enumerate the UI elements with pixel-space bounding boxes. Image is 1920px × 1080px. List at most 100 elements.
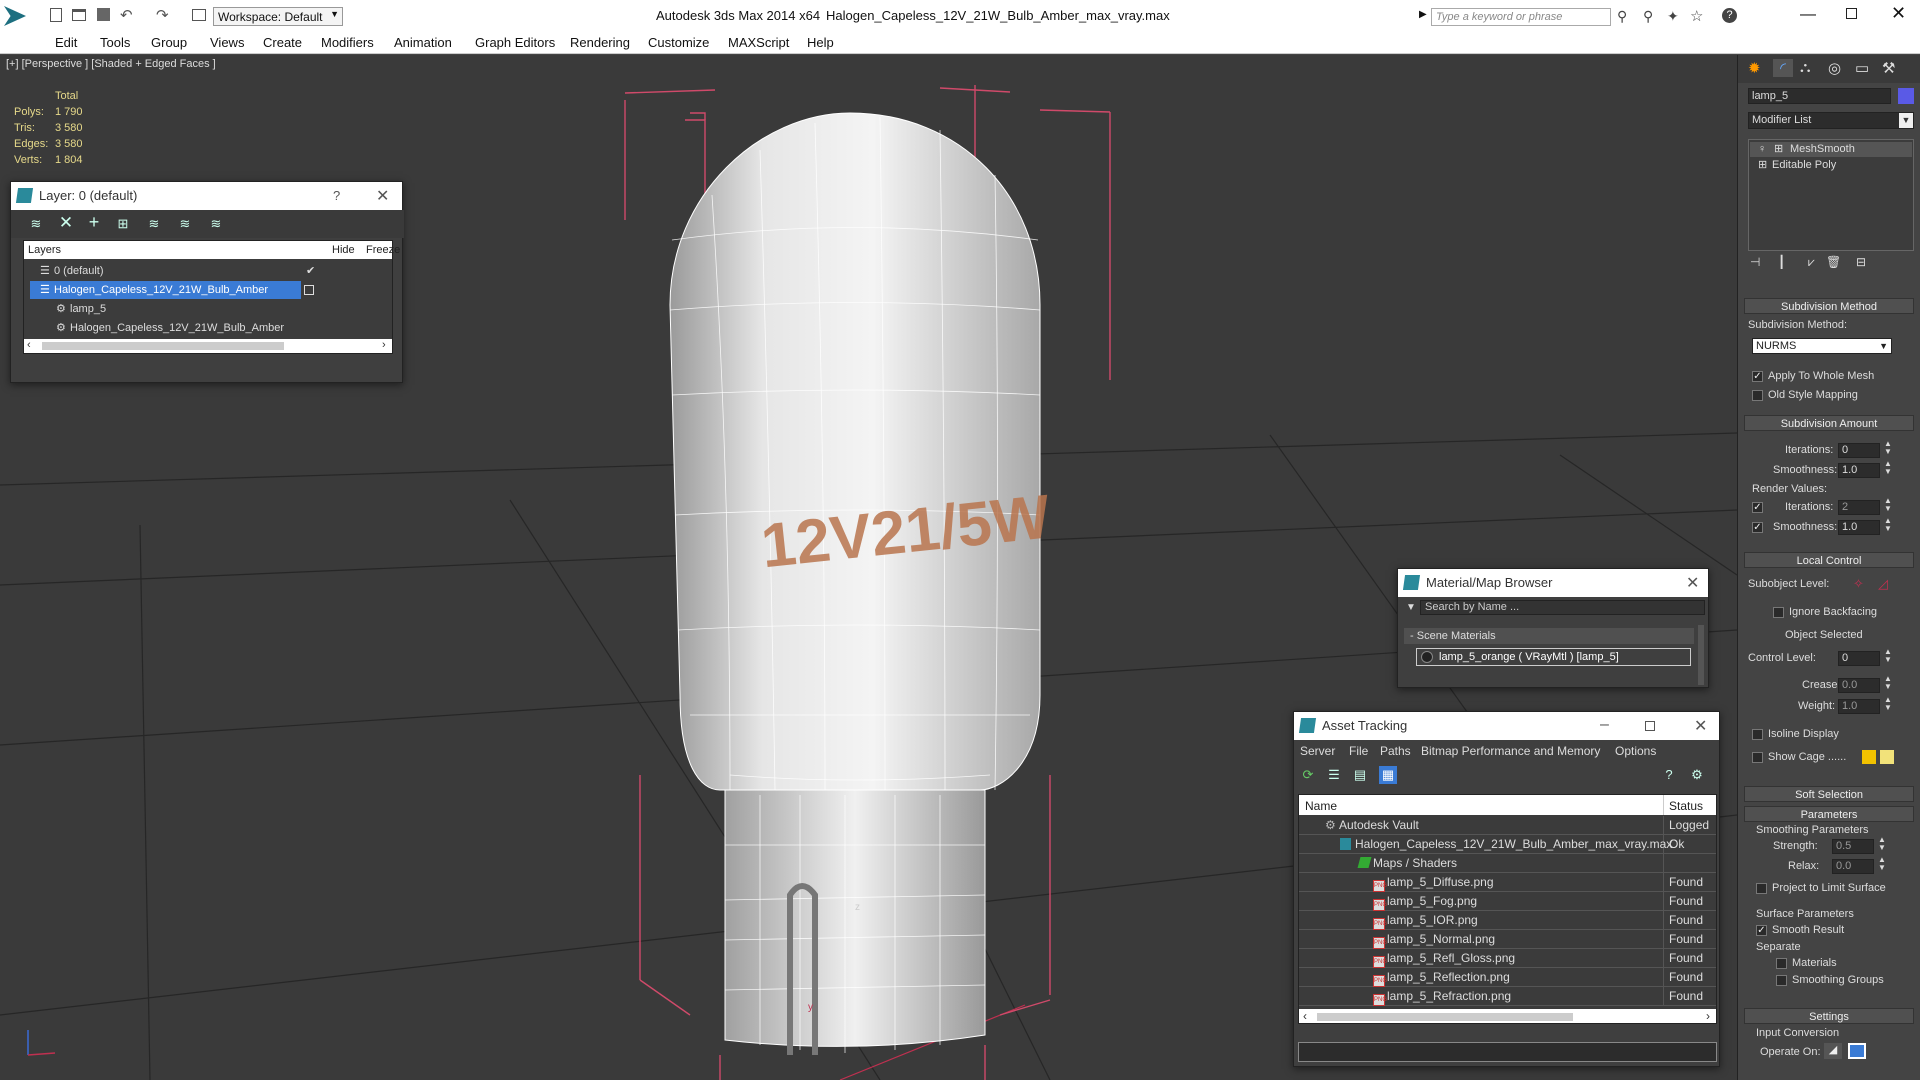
menu-tools[interactable]: Tools [100,35,130,50]
expand-icon[interactable]: ⊞ [1758,158,1767,173]
menu-bitmap-performance[interactable]: Bitmap Performance and Memory [1421,744,1600,758]
spinner-arrows-icon[interactable]: ▲ ▼ [1884,648,1892,664]
lightbulb-icon[interactable]: ♀ [1758,142,1766,157]
refresh-icon[interactable]: ⟳ [1299,766,1317,784]
table-row[interactable]: PNGlamp_5_Reflection.png Found [1299,968,1716,987]
material-browser-titlebar[interactable]: Material/Map Browser ✕ [1398,569,1708,597]
spinner-arrows-icon[interactable]: ▲ ▼ [1884,497,1892,513]
highlight-layer-icon[interactable]: ≋ [145,215,163,233]
menu-group[interactable]: Group [151,35,187,50]
layer-row[interactable]: ☰ 0 (default) ✔ [24,262,392,280]
expand-icon[interactable]: ⊞ [1774,142,1783,157]
show-end-result-icon[interactable]: ┃ [1778,255,1785,269]
spinner-arrows-icon[interactable]: ▲ ▼ [1884,440,1892,456]
isoline-display-checkbox[interactable] [1752,729,1763,740]
table-row[interactable]: Halogen_Capeless_12V_21W_Bulb_Amber_max_… [1299,835,1716,854]
rollout-local-control[interactable]: Local Control [1744,552,1914,568]
asset-path-field[interactable] [1298,1042,1717,1062]
menu-animation[interactable]: Animation [394,35,452,50]
rollout-settings[interactable]: Settings [1744,1008,1914,1024]
spinner-arrows-icon[interactable]: ▲ ▼ [1878,836,1886,852]
close-icon[interactable]: ✕ [1694,716,1707,736]
render-iterations-checkbox[interactable]: ✓ [1752,502,1763,513]
satellite-icon[interactable]: ✦ [1667,8,1679,25]
delete-layer-icon[interactable]: ✕ [57,214,75,232]
options-triangle-icon[interactable]: ▼ [1406,602,1416,613]
iterations-spinner[interactable]: 0 [1838,443,1880,458]
separate-smoothing-groups-checkbox[interactable] [1776,975,1787,986]
menu-views[interactable]: Views [210,35,244,50]
quick-open-icon[interactable] [72,9,86,21]
maximize-icon[interactable] [1645,721,1655,731]
object-name-field[interactable]: lamp_5 [1748,88,1891,104]
create-tab-icon[interactable]: ✹ [1748,59,1761,77]
menu-paths[interactable]: Paths [1380,744,1411,758]
smoothness-spinner[interactable]: 1.0 [1838,463,1880,478]
modify-tab-icon[interactable]: ◜ [1773,59,1793,77]
make-unique-icon[interactable]: ⩗ [1808,255,1815,270]
horizontal-scrollbar[interactable]: ‹ › [24,339,392,353]
project-folder-icon[interactable] [192,9,206,21]
spinner-arrows-icon[interactable]: ▲ ▼ [1884,460,1892,476]
layer-dialog-titlebar[interactable]: Layer: 0 (default) ? ✕ [11,182,402,210]
spinner-arrows-icon[interactable]: ▲ ▼ [1884,696,1892,712]
scene-materials-group[interactable]: - Scene Materials [1404,628,1694,644]
crease-spinner[interactable]: 0.0 [1838,678,1880,693]
col-name[interactable]: Name [1305,799,1337,813]
control-level-spinner[interactable]: 0 [1838,651,1880,666]
search-arrow-icon[interactable]: ▶ [1419,9,1427,20]
table-row[interactable]: PNGlamp_5_Refl_Gloss.png Found [1299,949,1716,968]
operate-on-polygons-icon[interactable] [1848,1043,1866,1059]
close-icon[interactable]: ✕ [1686,573,1699,593]
vault-settings-icon[interactable]: ⚙ [1688,766,1706,784]
modifier-list-dropdown[interactable]: Modifier List ▼ [1748,112,1914,129]
remove-modifier-icon[interactable]: 🗑 [1826,255,1841,269]
quick-save-icon[interactable] [97,8,110,21]
menu-options[interactable]: Options [1615,744,1656,758]
table-row[interactable]: PNGlamp_5_Normal.png Found [1299,930,1716,949]
vault-help-icon[interactable]: ? [1660,766,1678,784]
pin-stack-icon[interactable]: ⊣ [1750,255,1760,269]
menu-file[interactable]: File [1349,744,1368,758]
scroll-left-icon[interactable]: ‹ [1303,1009,1307,1023]
details-view-icon[interactable]: ▤ [1351,766,1369,784]
apply-whole-mesh-checkbox[interactable]: ✓ [1752,371,1763,382]
material-search-input[interactable]: Search by Name ... [1420,600,1705,615]
maximize-icon[interactable] [1846,8,1857,19]
menu-server[interactable]: Server [1300,744,1335,758]
freeze-all-layers-icon[interactable]: ≋ [207,215,225,233]
favorites-star-icon[interactable]: ☆ [1690,7,1703,25]
search-input[interactable]: Type a keyword or phrase [1431,8,1611,26]
minimize-icon[interactable]: — [1800,6,1816,24]
table-row[interactable]: Maps / Shaders [1299,854,1716,873]
scroll-thumb[interactable] [42,342,284,350]
menu-customize[interactable]: Customize [648,35,709,50]
hierarchy-tab-icon[interactable]: ⛬ [1800,59,1811,76]
rollout-subdivision-method[interactable]: Subdivision Method [1744,298,1914,314]
scroll-thumb[interactable] [1317,1013,1573,1021]
render-smoothness-spinner[interactable]: 1.0 [1838,520,1880,535]
relax-spinner[interactable]: 0.0 [1832,859,1874,874]
rollout-subdivision-amount[interactable]: Subdivision Amount [1744,415,1914,431]
rollout-parameters[interactable]: Parameters [1744,806,1914,822]
add-to-layer-icon[interactable]: + [85,213,103,231]
cage-selection-color-swatch[interactable] [1880,750,1894,764]
table-row[interactable]: ⚙ Autodesk Vault Logged C [1299,816,1716,851]
scroll-left-icon[interactable]: ‹ [27,339,31,351]
menu-modifiers[interactable]: Modifiers [321,35,374,50]
scroll-right-icon[interactable]: › [1706,1009,1710,1023]
col-layers[interactable]: Layers [28,244,61,256]
material-item[interactable]: lamp_5_orange ( VRayMtl ) [lamp_5] [1416,648,1691,666]
stack-item-editable-poly[interactable]: ⊞ Editable Poly [1750,158,1912,173]
weight-spinner[interactable]: 1.0 [1838,699,1880,714]
display-tab-icon[interactable]: ▭ [1855,59,1869,77]
select-objects-icon[interactable]: ⊞ [114,215,132,233]
separate-materials-checkbox[interactable] [1776,958,1787,969]
table-row[interactable]: PNGlamp_5_Refraction.png Found [1299,987,1716,1006]
spinner-arrows-icon[interactable]: ▲ ▼ [1878,856,1886,872]
render-smoothness-checkbox[interactable]: ✓ [1752,522,1763,533]
table-row[interactable]: PNGlamp_5_Diffuse.png Found [1299,873,1716,892]
menu-create[interactable]: Create [263,35,302,50]
help-icon[interactable]: ? [1722,8,1737,23]
app-logo-icon[interactable] [4,6,26,26]
